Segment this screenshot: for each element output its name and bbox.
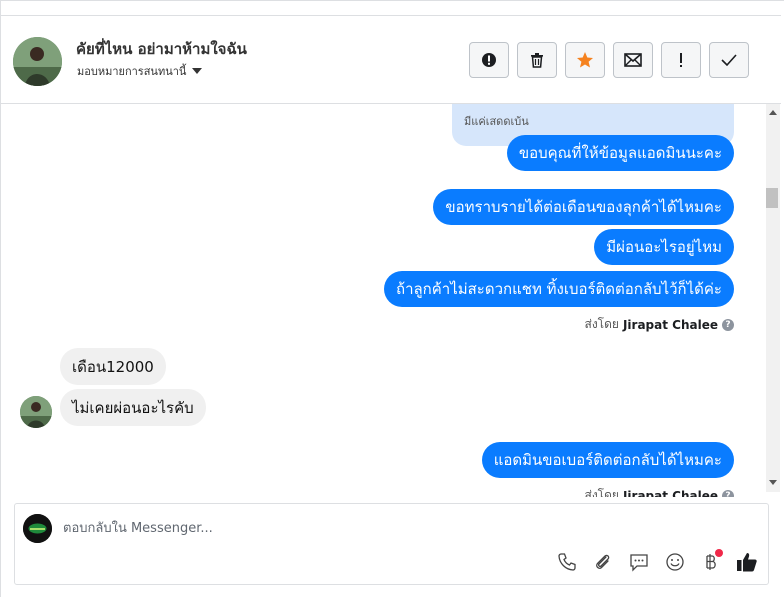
follow-up-button[interactable] [661,42,701,78]
exclamation-icon [680,53,682,67]
trash-icon [531,53,543,68]
mark-done-button[interactable] [709,42,749,78]
like-button[interactable] [735,550,759,574]
scroll-down-arrow-icon[interactable] [769,480,777,485]
phone-icon [558,553,576,571]
outgoing-message[interactable]: ขอทราบรายได้ต่อเดือนของลุกค้าได้ไหมคะ [433,189,734,225]
delete-button[interactable] [517,42,557,78]
outgoing-message[interactable]: ถ้าลูกค้าไม่สะดวกแชท ทิ้งเบอร์ติดต่อกลับ… [383,271,734,307]
conversation-panel: คัยที่ไหน อย่ามาห้ามใจฉัน มอบหมายการสนทน… [0,0,784,597]
outgoing-message[interactable]: มีผ่อนอะไรอยู่ไหม [594,229,734,265]
composer-toolbar [555,549,759,574]
contact-avatar-small[interactable] [20,396,52,428]
checkmark-icon [721,54,737,66]
incoming-message[interactable]: ไม่เคยผ่อนอะไรคับ [60,389,206,426]
message-thread: มีแค่เสดดเบ้น ขอบคุณที่ให้ข้อมูลแอดมินนะ… [1,104,765,497]
contact-name[interactable]: คัยที่ไหน อย่ามาห้ามใจฉัน [76,37,247,61]
chevron-down-icon [192,68,203,74]
scroll-up-arrow-icon[interactable] [769,110,777,115]
thread-scrollbar[interactable] [766,104,780,492]
sent-by-name[interactable]: Jirapat Chalee [623,318,718,332]
assign-conversation-label: มอบหมายการสนทนานี้ [77,65,187,78]
chat-bubble-icon [630,554,648,572]
mark-unread-button[interactable] [613,42,653,78]
scroll-thumb[interactable] [766,188,778,208]
star-icon [577,52,593,68]
info-icon[interactable]: ? [722,489,734,497]
emoji-button[interactable] [663,550,687,574]
outgoing-message[interactable]: ขอบคุณที่ให้ข้อมูลแอดมินนะคะ [506,135,734,171]
alert-circle-icon [482,53,496,67]
outgoing-message[interactable]: แอดมินขอเบอร์ติดต่อกลับได้ไหมคะ [481,442,734,478]
star-button[interactable] [565,42,605,78]
notification-dot [715,549,723,557]
sent-by-name[interactable]: Jirapat Chalee [623,489,718,498]
envelope-icon [624,53,642,67]
assign-conversation-dropdown[interactable]: มอบหมายการสนทนานี้ [77,62,203,80]
sent-by-prefix: ส่งโดย [584,317,619,331]
reply-input[interactable] [63,518,743,538]
attach-button[interactable] [591,550,615,574]
sent-by-label: ส่งโดย Jirapat Chalee ? [584,315,734,334]
reply-composer [14,503,769,585]
info-icon[interactable]: ? [722,318,734,331]
page-avatar [23,514,52,543]
payment-button[interactable] [699,549,723,574]
quoted-message-text: มีแค่เสดดเบ้น [464,115,529,128]
paperclip-icon [596,554,610,569]
thumbs-up-icon [737,553,757,572]
conversation-header: คัยที่ไหน อย่ามาห้ามใจฉัน มอบหมายการสนทน… [1,15,781,104]
sent-by-label: ส่งโดย Jirapat Chalee ? [584,486,734,498]
sent-by-prefix: ส่งโดย [584,488,619,497]
conversation-actions [469,42,749,78]
saved-replies-button[interactable] [627,550,651,574]
mark-spam-button[interactable] [469,42,509,78]
call-button[interactable] [555,550,579,574]
smiley-icon [666,553,684,571]
contact-avatar[interactable] [13,37,62,86]
incoming-message[interactable]: เดือน12000 [60,348,166,385]
